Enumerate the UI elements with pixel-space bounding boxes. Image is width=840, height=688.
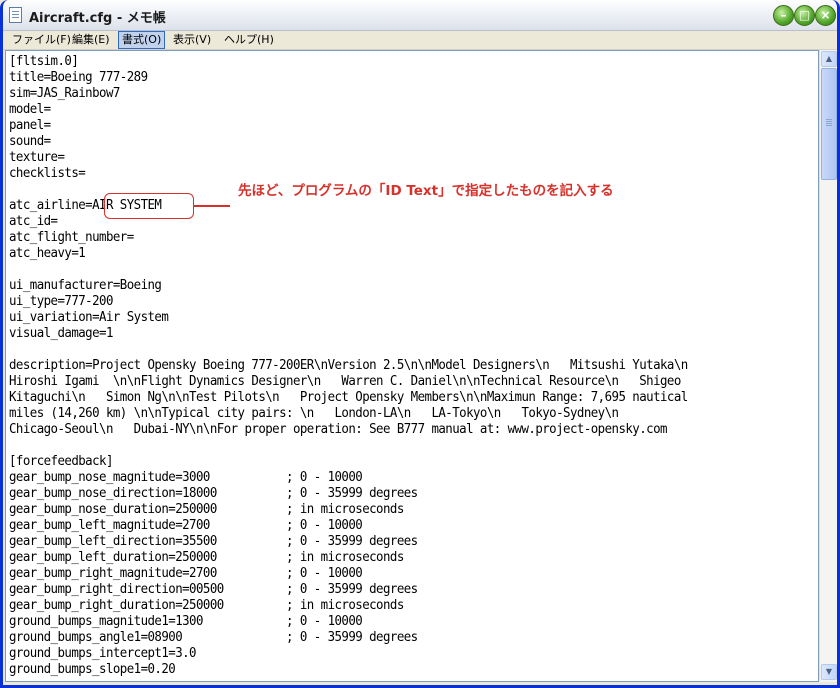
text-line: gear_bump_right_magnitude=2700 ; 0 - 100…: [9, 565, 363, 581]
notepad-window: Aircraft.cfg - メモ帳 – □ × ファイル(F) 編集(E) 書…: [0, 0, 840, 688]
text-line: gear_bump_right_direction=00500 ; 0 - 35…: [9, 581, 418, 597]
text-line: miles (14,260 km) \n\nTypical city pairs…: [9, 405, 619, 421]
text-line: visual_damage=1: [9, 325, 113, 341]
text-line: sound=: [9, 133, 51, 149]
text-line: sim=JAS_Rainbow7: [9, 85, 120, 101]
close-icon: ×: [820, 8, 831, 22]
callout-connector: [194, 205, 230, 207]
scroll-down-button[interactable]: ▼: [821, 664, 837, 680]
text-line: [9, 261, 688, 277]
text-line: Chicago-Seoul\n Dubai-NY\n\nFor proper o…: [9, 421, 667, 437]
text-line: [fltsim.0]: [9, 53, 79, 69]
text-line: ui_manufacturer=Boeing: [9, 277, 162, 293]
text-line: gear_bump_left_duration=250000 ; in micr…: [9, 549, 404, 565]
menu-edit[interactable]: 編集(E): [69, 32, 113, 48]
atc-airline-highlight: [104, 193, 194, 219]
text-line: gear_bump_nose_magnitude=3000 ; 0 - 1000…: [9, 469, 363, 485]
text-line: model=: [9, 101, 51, 117]
text-line: [forcefeedback]: [9, 453, 113, 469]
arrow-down-icon: ▼: [825, 667, 833, 676]
arrow-up-icon: ▲: [825, 54, 833, 63]
menu-format[interactable]: 書式(O): [118, 31, 166, 49]
minimize-icon: –: [780, 8, 787, 22]
text-line: Kitaguchi\n Simon Ng\n\nTest Pilots\n Pr…: [9, 389, 688, 405]
menu-file[interactable]: ファイル(F): [9, 32, 74, 48]
text-line: [9, 341, 688, 357]
maximize-icon: □: [798, 8, 811, 22]
text-line: ground_bumps_angle1=08900 ; 0 - 35999 de…: [9, 629, 418, 645]
text-line: Hiroshi Igami \n\nFlight Dynamics Design…: [9, 373, 681, 389]
minimize-button[interactable]: –: [773, 5, 794, 26]
window-title: Aircraft.cfg - メモ帳: [29, 11, 166, 26]
annotation-callout: 先ほど、プログラムの「ID Text」で指定したものを記入する: [238, 183, 614, 199]
text-line: description=Project Opensky Boeing 777-2…: [9, 357, 688, 373]
scroll-thumb[interactable]: [821, 68, 837, 180]
text-line: ui_variation=Air System: [9, 309, 169, 325]
vertical-scrollbar[interactable]: ▲ ▼: [819, 50, 837, 682]
text-line: gear_bump_left_magnitude=2700 ; 0 - 1000…: [9, 517, 363, 533]
text-line: ground_bumps_intercept1=3.0: [9, 645, 197, 661]
scroll-up-button[interactable]: ▲: [821, 51, 837, 67]
notepad-icon: [9, 7, 22, 23]
menu-view[interactable]: 表示(V): [170, 32, 214, 48]
text-editor[interactable]: [fltsim.0] title=Boeing 777-289 sim=JAS_Ra…: [5, 50, 819, 682]
text-line: checklists=: [9, 165, 86, 181]
text-line: title=Boeing 777-289: [9, 69, 148, 85]
text-line: gear_bump_right_duration=250000 ; in mic…: [9, 597, 404, 613]
maximize-button[interactable]: □: [794, 5, 815, 26]
text-line: ui_type=777-200: [9, 293, 113, 309]
text-line: panel=: [9, 117, 51, 133]
title-bar[interactable]: Aircraft.cfg - メモ帳 – □ ×: [3, 0, 837, 31]
text-line: gear_bump_nose_direction=18000 ; 0 - 359…: [9, 485, 418, 501]
text-line: gear_bump_nose_duration=250000 ; in micr…: [9, 501, 404, 517]
menu-bar: ファイル(F) 編集(E) 書式(O) 表示(V) ヘルプ(H): [3, 31, 837, 50]
text-line: atc_heavy=1: [9, 245, 86, 261]
text-line: atc_flight_number=: [9, 229, 134, 245]
editor-content: [fltsim.0] title=Boeing 777-289 sim=JAS_Ra…: [9, 53, 688, 677]
close-button[interactable]: ×: [815, 5, 836, 26]
text-line: [9, 437, 688, 453]
text-line: ground_bumps_slope1=0.20: [9, 661, 176, 677]
menu-help[interactable]: ヘルプ(H): [221, 32, 277, 48]
text-line: gear_bump_left_direction=35500 ; 0 - 359…: [9, 533, 418, 549]
text-line: texture=: [9, 149, 65, 165]
text-line: ground_bumps_magnitude1=1300 ; 0 - 10000: [9, 613, 363, 629]
